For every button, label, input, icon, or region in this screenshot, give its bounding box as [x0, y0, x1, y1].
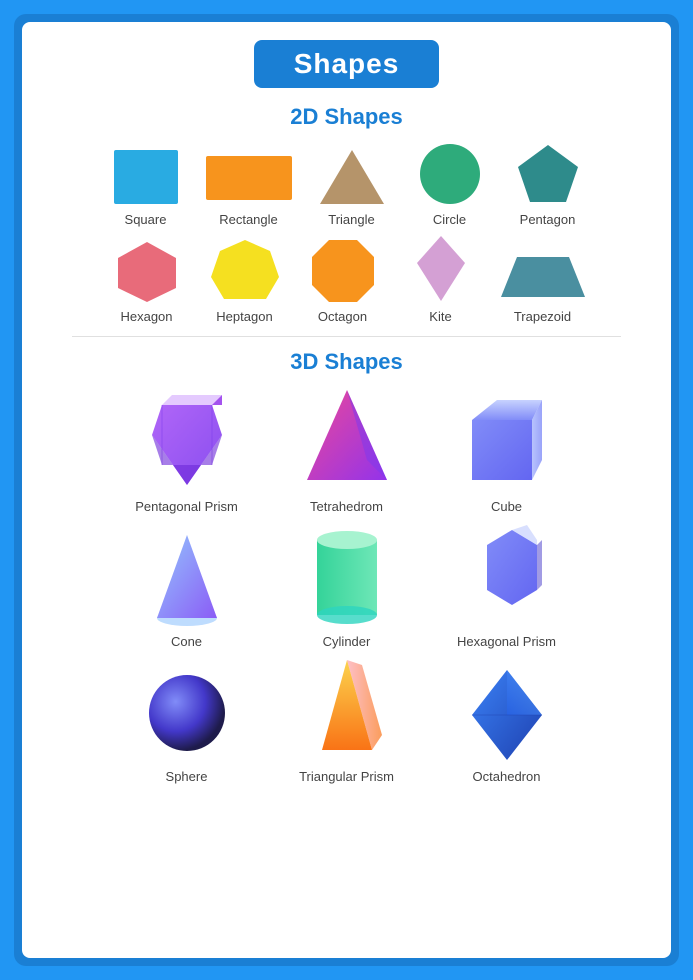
sphere-label: Sphere	[166, 769, 208, 784]
tetrahedron-label: Tetrahedrom	[310, 499, 383, 514]
shape-item-pentagonal-prism: Pentagonal Prism	[122, 385, 252, 514]
pentagon-icon	[514, 142, 582, 208]
shapes-row-2d-2: Hexagon Heptagon Octagon K	[42, 233, 651, 324]
cone-icon	[142, 530, 232, 630]
octahedron-label: Octahedron	[473, 769, 541, 784]
trapezoid-label: Trapezoid	[514, 309, 571, 324]
hexagon-icon	[111, 239, 183, 305]
shape-item-kite: Kite	[401, 233, 481, 324]
section-3d-title: 3D Shapes	[290, 349, 403, 375]
kite-icon	[413, 233, 469, 305]
hexagon-label: Hexagon	[120, 309, 172, 324]
shape-item-octagon: Octagon	[303, 237, 383, 324]
cone-label: Cone	[171, 634, 202, 649]
shape-item-pentagon: Pentagon	[508, 142, 588, 227]
shape-item-octahedron: Octahedron	[442, 665, 572, 784]
section-2d-title: 2D Shapes	[290, 104, 403, 130]
section-divider	[72, 336, 620, 337]
kite-label: Kite	[429, 309, 451, 324]
shape-item-circle: Circle	[410, 140, 490, 227]
sphere-icon	[142, 665, 232, 765]
shape-item-hexagonal-prism: Hexagonal Prism	[442, 520, 572, 649]
trapezoid-icon	[499, 249, 587, 305]
square-label: Square	[125, 212, 167, 227]
shape-item-square: Square	[106, 146, 186, 227]
shape-item-trapezoid: Trapezoid	[499, 249, 587, 324]
inner-card: Shapes 2D Shapes Square Rectangle	[22, 22, 671, 958]
shapes-row-3d-3: Sphere	[42, 655, 651, 784]
triangular-prism-label: Triangular Prism	[299, 769, 394, 784]
shape-item-tetrahedron: Tetrahedrom	[282, 385, 412, 514]
shapes-row-2d-1: Square Rectangle Triangle	[42, 140, 651, 227]
page-title: Shapes	[254, 40, 440, 88]
triangle-icon	[316, 146, 388, 208]
shape-item-heptagon: Heptagon	[205, 237, 285, 324]
rectangle-icon	[204, 146, 294, 208]
cube-label: Cube	[491, 499, 522, 514]
cube-icon	[457, 385, 557, 495]
shape-item-cube: Cube	[442, 385, 572, 514]
octagon-icon	[307, 237, 379, 305]
pentagon-label: Pentagon	[520, 212, 576, 227]
shape-item-hexagon: Hexagon	[107, 239, 187, 324]
circle-label: Circle	[433, 212, 466, 227]
pentagonal-prism-label: Pentagonal Prism	[135, 499, 238, 514]
shape-item-cone: Cone	[122, 530, 252, 649]
rectangle-label: Rectangle	[219, 212, 278, 227]
square-icon	[110, 146, 182, 208]
heptagon-icon	[209, 237, 281, 305]
shape-item-cylinder: Cylinder	[282, 520, 412, 649]
heptagon-label: Heptagon	[216, 309, 272, 324]
triangle-label: Triangle	[328, 212, 374, 227]
cylinder-icon	[302, 520, 392, 630]
shapes-row-3d-1: Pentagonal Prism	[42, 385, 651, 514]
octahedron-icon	[462, 665, 552, 765]
shape-item-sphere: Sphere	[122, 665, 252, 784]
shape-item-triangular-prism: Triangular Prism	[282, 655, 412, 784]
circle-icon	[416, 140, 484, 208]
outer-border: Shapes 2D Shapes Square Rectangle	[14, 14, 679, 966]
hexagonal-prism-label: Hexagonal Prism	[457, 634, 556, 649]
hexagonal-prism-icon	[457, 520, 557, 630]
cylinder-label: Cylinder	[323, 634, 371, 649]
octagon-label: Octagon	[318, 309, 367, 324]
shape-item-triangle: Triangle	[312, 146, 392, 227]
pentagonal-prism-icon	[142, 385, 232, 495]
triangular-prism-icon	[302, 655, 392, 765]
shape-item-rectangle: Rectangle	[204, 146, 294, 227]
tetrahedron-icon	[297, 385, 397, 495]
shapes-row-3d-2: Cone Cylinder	[42, 520, 651, 649]
